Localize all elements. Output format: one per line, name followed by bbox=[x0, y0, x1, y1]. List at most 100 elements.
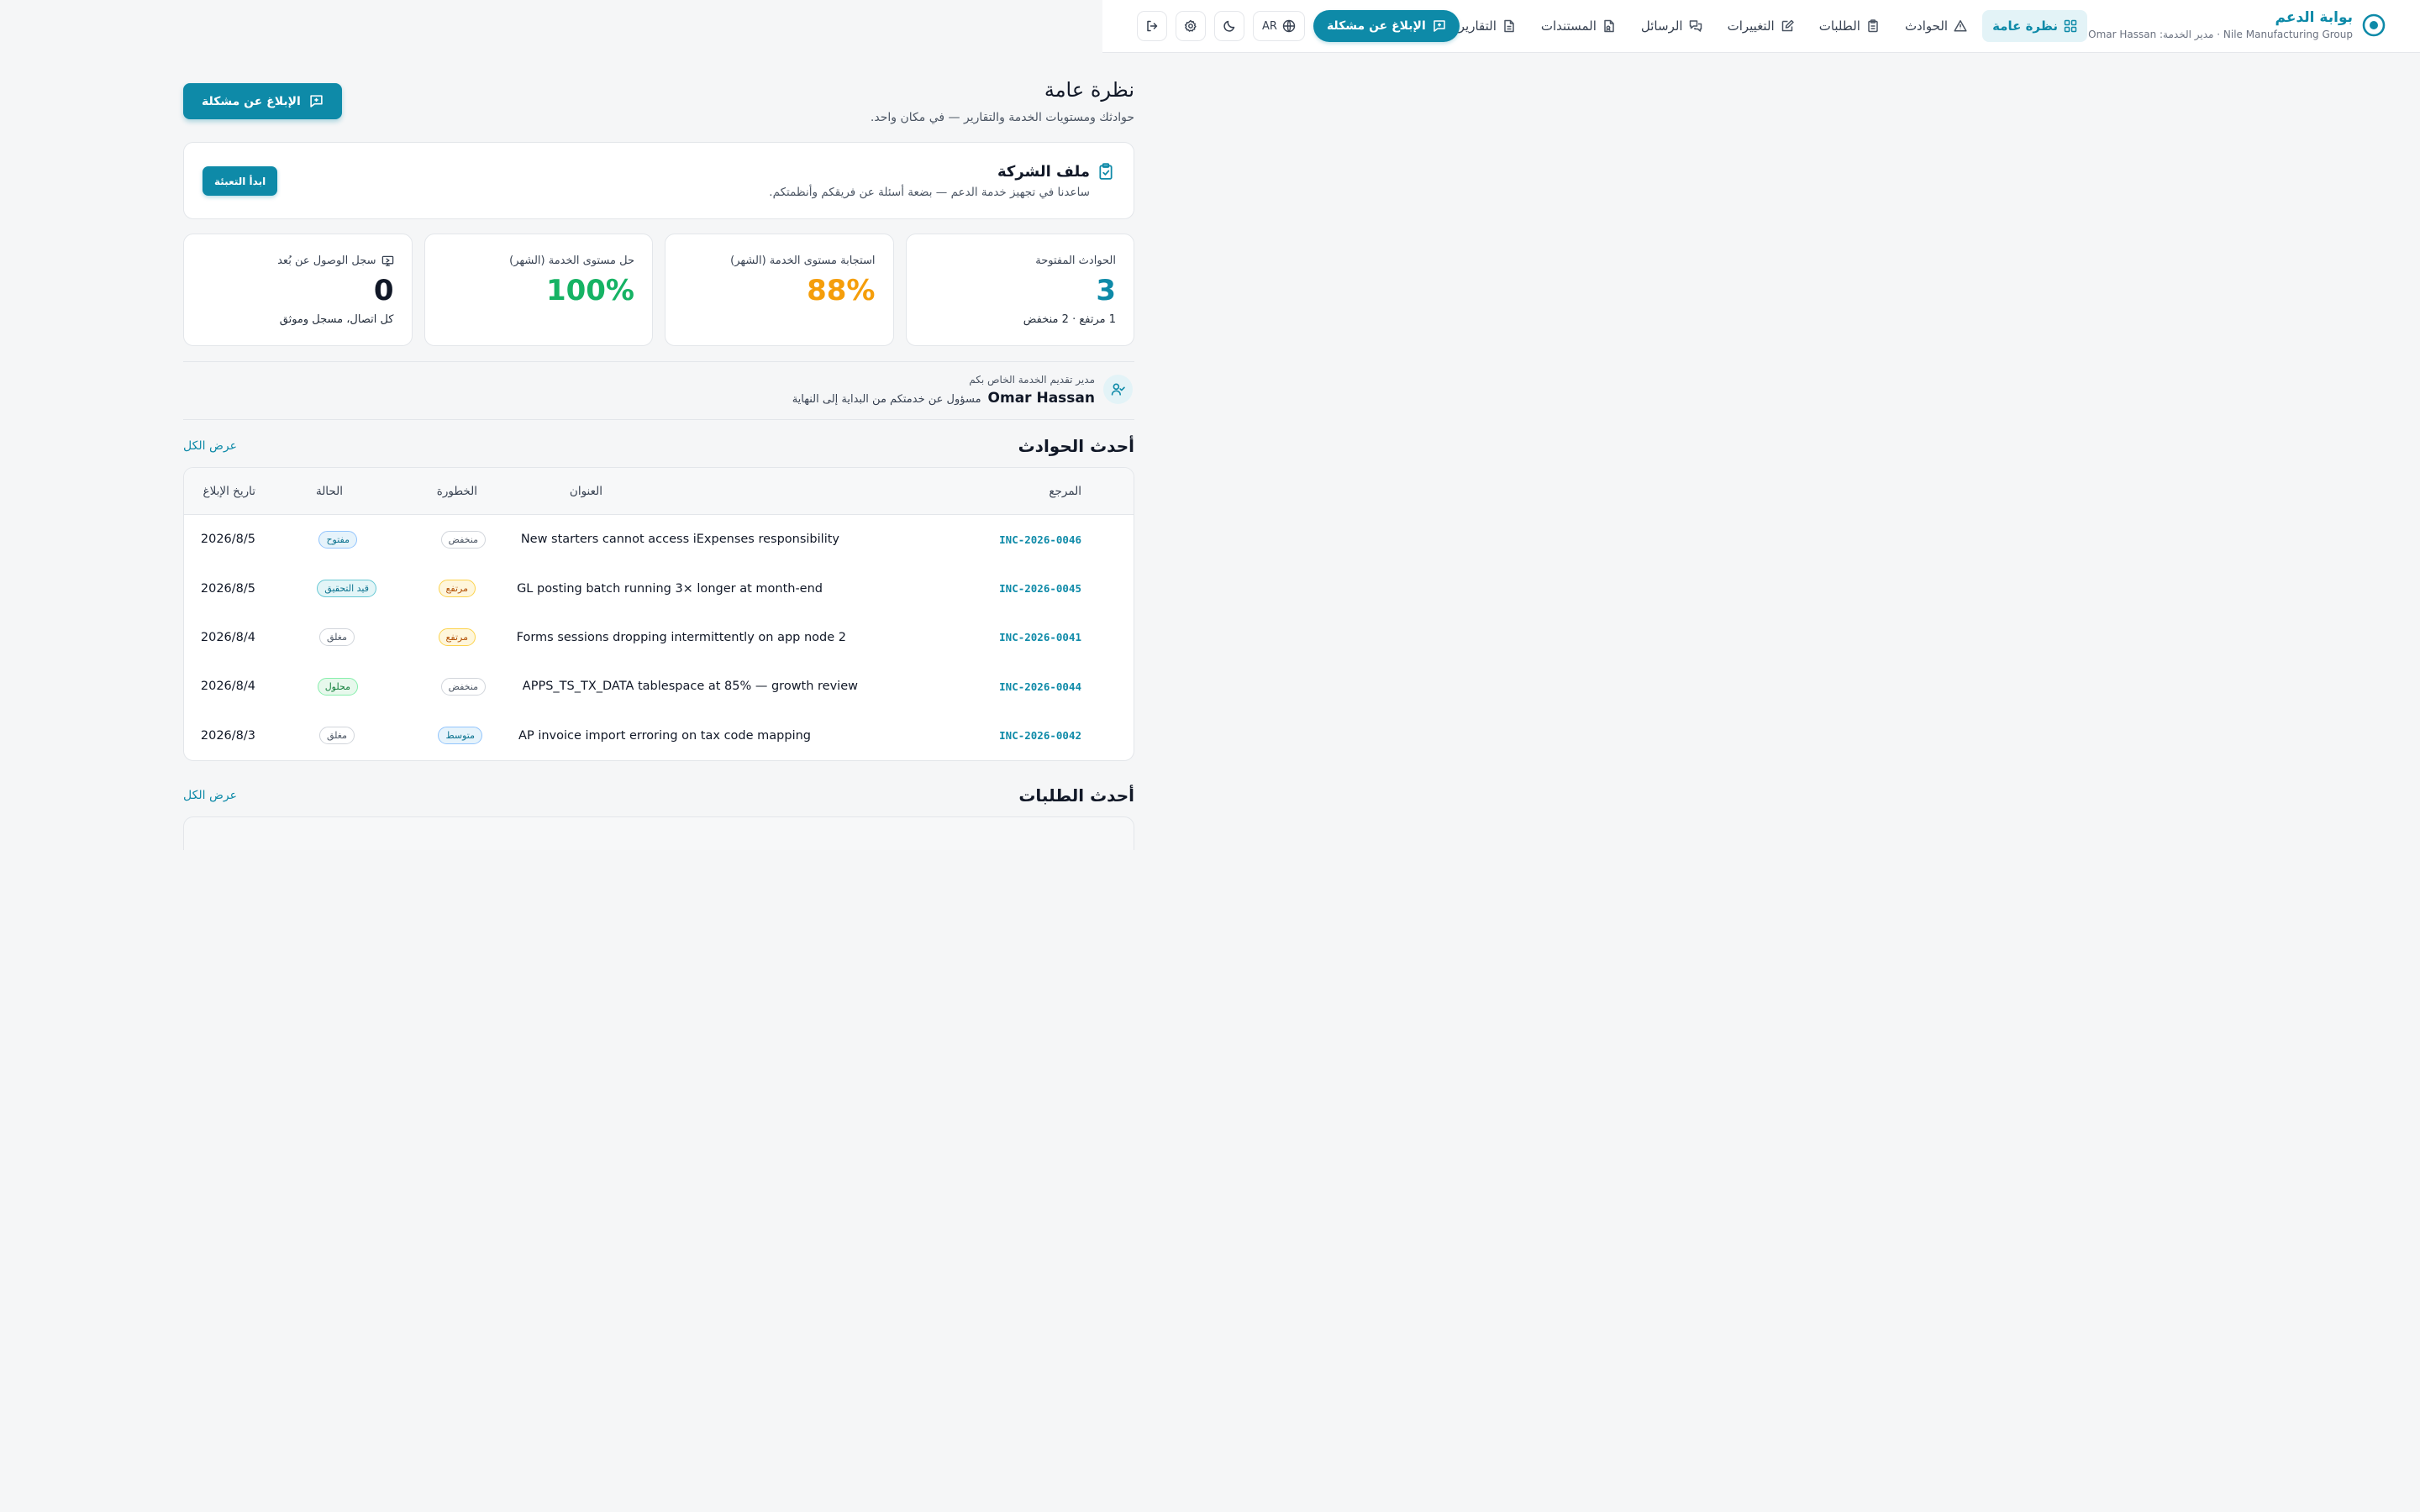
service-manager: مدير تقديم الخدمة الخاص بكم Omar Hassan … bbox=[183, 362, 1134, 419]
incident-date: 2026/8/5 bbox=[200, 533, 255, 547]
report-issue-button[interactable]: الإبلاغ عن مشكلة bbox=[183, 83, 342, 119]
severity-badge: مرتفع bbox=[438, 580, 476, 598]
severity-badge: مرتفع bbox=[438, 628, 476, 647]
stat-sla-response[interactable]: استجابة مستوى الخدمة (الشهر) 88% bbox=[665, 234, 894, 346]
top-actions: AR الإبلاغ عن مشكلة bbox=[1137, 10, 1466, 42]
table-row[interactable]: INC-2026-0044 APPS_TS_TX_DATA tablespace… bbox=[184, 662, 1134, 711]
requests-table bbox=[183, 816, 1134, 850]
stat-open-incidents[interactable]: الحوادث المفتوحة 3 1 مرتفع · 2 منخفض bbox=[905, 234, 1134, 346]
requests-section-header: أحدث الطلبات عرض الكل bbox=[183, 769, 1134, 816]
column-header-severity[interactable]: الخطورة bbox=[437, 485, 477, 498]
stats-row: الحوادث المفتوحة 3 1 مرتفع · 2 منخفض است… bbox=[183, 234, 1134, 346]
column-header-date[interactable]: تاريخ الإبلاغ bbox=[203, 485, 255, 498]
nav-label: الحوادث bbox=[1904, 18, 1949, 34]
stat-note: 1 مرتفع · 2 منخفض bbox=[1023, 313, 1116, 326]
language-switcher[interactable]: AR bbox=[1253, 11, 1305, 41]
incident-ref[interactable]: INC-2026-0046 bbox=[999, 533, 1081, 546]
monitor-icon bbox=[381, 255, 394, 267]
report-issue-label: الإبلاغ عن مشكلة bbox=[202, 94, 301, 108]
clipboard-check-icon bbox=[1098, 163, 1113, 180]
nav-documents[interactable]: المستندات bbox=[1531, 10, 1626, 42]
status-badge: محلول bbox=[317, 677, 358, 696]
start-filling-button[interactable]: ابدأ التعبئة bbox=[203, 166, 278, 196]
stat-sla-resolution[interactable]: حل مستوى الخدمة (الشهر) 100% bbox=[424, 234, 653, 346]
stat-value: 88% bbox=[807, 274, 876, 307]
incident-title: APPS_TS_TX_DATA tablespace at 85% — grow… bbox=[522, 680, 858, 694]
stat-label: استجابة مستوى الخدمة (الشهر) bbox=[730, 255, 876, 267]
file-icon bbox=[1602, 19, 1616, 33]
nav-overview[interactable]: نظرة عامة bbox=[1982, 10, 2087, 42]
stat-value: 0 bbox=[373, 274, 394, 307]
stat-label: الحوادث المفتوحة bbox=[1035, 255, 1116, 267]
nav-label: الطلبات bbox=[1818, 18, 1860, 34]
incident-ref[interactable]: INC-2026-0041 bbox=[999, 631, 1081, 643]
status-badge: قيد التحقيق bbox=[317, 580, 376, 598]
severity-badge: منخفض bbox=[440, 530, 486, 549]
brand[interactable]: بوابة الدعم Nile Manufacturing Group · م… bbox=[2088, 8, 2386, 42]
gear-icon bbox=[1184, 19, 1197, 33]
report-issue-button-top[interactable]: الإبلاغ عن مشكلة bbox=[1313, 10, 1460, 42]
alert-triangle-icon bbox=[1954, 19, 1967, 33]
incidents-view-all-link[interactable]: عرض الكل bbox=[183, 439, 237, 453]
nav-requests[interactable]: الطلبات bbox=[1809, 10, 1890, 42]
message-plus-icon bbox=[1433, 19, 1446, 33]
target-logo-icon bbox=[2361, 13, 2386, 38]
stat-remote-access-log[interactable]: سجل الوصول عن بُعد 0 كل اتصال، مسجل وموث… bbox=[183, 234, 413, 346]
incident-ref[interactable]: INC-2026-0042 bbox=[999, 729, 1081, 742]
requests-view-all-link[interactable]: عرض الكل bbox=[183, 789, 237, 802]
page-subtitle: حوادثك ومستويات الخدمة والتقارير — في مك… bbox=[870, 111, 1134, 124]
language-label: AR bbox=[1262, 19, 1277, 33]
logout-icon bbox=[1145, 19, 1159, 33]
incident-title: Forms sessions dropping intermittently o… bbox=[516, 630, 846, 644]
page-title: نظرة عامة bbox=[1044, 78, 1134, 102]
nav-incidents[interactable]: الحوادث bbox=[1895, 10, 1977, 42]
column-header-status[interactable]: الحالة bbox=[316, 485, 343, 498]
column-header-ref[interactable]: المرجع bbox=[1049, 485, 1081, 498]
logout-button[interactable] bbox=[1137, 11, 1167, 41]
brand-title: بوابة الدعم bbox=[2275, 9, 2353, 26]
company-profile-description: ساعدنا في تجهيز خدمة الدعم — بضعة أسئلة … bbox=[769, 186, 1090, 199]
status-badge: مغلق bbox=[318, 727, 355, 745]
nav-changes[interactable]: التغييرات bbox=[1718, 10, 1804, 42]
incident-title: New starters cannot access iExpenses res… bbox=[520, 533, 839, 547]
grid-icon bbox=[2064, 19, 2077, 33]
incident-date: 2026/8/3 bbox=[200, 728, 255, 743]
status-badge: مفتوح bbox=[318, 530, 357, 549]
incident-title: GL posting batch running 3× longer at mo… bbox=[517, 581, 823, 596]
top-bar: بوابة الدعم Nile Manufacturing Group · م… bbox=[1102, 0, 2420, 53]
incident-date: 2026/8/5 bbox=[200, 581, 255, 596]
status-badge: مغلق bbox=[318, 628, 355, 647]
table-row[interactable]: INC-2026-0041 Forms sessions dropping in… bbox=[184, 613, 1134, 662]
column-header-title[interactable]: العنوان bbox=[570, 485, 602, 498]
manager-name: Omar Hassan bbox=[987, 390, 1095, 407]
severity-badge: متوسط bbox=[438, 727, 482, 745]
incident-date: 2026/8/4 bbox=[200, 630, 255, 644]
nav-label: المستندات bbox=[1540, 18, 1597, 34]
main-content: نظرة عامة حوادثك ومستويات الخدمة والتقار… bbox=[183, 53, 1134, 850]
nav-messages[interactable]: الرسائل bbox=[1631, 10, 1712, 42]
nav-label: الرسائل bbox=[1640, 18, 1683, 34]
incident-ref[interactable]: INC-2026-0045 bbox=[999, 582, 1081, 595]
table-row[interactable]: INC-2026-0046 New starters cannot access… bbox=[184, 515, 1134, 564]
stat-label-text: سجل الوصول عن بُعد bbox=[277, 255, 376, 267]
page-header: نظرة عامة حوادثك ومستويات الخدمة والتقار… bbox=[183, 53, 1134, 142]
table-row[interactable]: INC-2026-0042 AP invoice import erroring… bbox=[184, 711, 1134, 760]
stat-label: حل مستوى الخدمة (الشهر) bbox=[509, 255, 634, 267]
table-row[interactable]: INC-2026-0045 GL posting batch running 3… bbox=[184, 564, 1134, 612]
incidents-section-header: أحدث الحوادث عرض الكل bbox=[183, 420, 1134, 467]
manager-description: مسؤول عن خدمتكم من البداية إلى النهاية bbox=[792, 393, 981, 406]
table-header: المرجع العنوان الخطورة الحالة تاريخ الإب… bbox=[184, 468, 1134, 515]
incidents-table: المرجع العنوان الخطورة الحالة تاريخ الإب… bbox=[183, 467, 1134, 761]
incident-title: AP invoice import erroring on tax code m… bbox=[518, 728, 811, 743]
message-plus-icon bbox=[309, 94, 324, 108]
dark-mode-toggle[interactable] bbox=[1214, 11, 1244, 41]
incidents-section-title: أحدث الحوادث bbox=[1018, 436, 1134, 456]
nav-label: نظرة عامة bbox=[1992, 18, 2058, 34]
settings-button[interactable] bbox=[1176, 11, 1206, 41]
moon-icon bbox=[1223, 19, 1236, 33]
stat-note: كل اتصال، مسجل وموثق bbox=[279, 313, 394, 326]
brand-subtitle: Nile Manufacturing Group · مدير الخدمة: … bbox=[2088, 29, 2353, 40]
stat-value: 100% bbox=[545, 274, 634, 307]
incident-ref[interactable]: INC-2026-0044 bbox=[999, 680, 1081, 693]
nav-label: التغييرات bbox=[1727, 18, 1775, 34]
